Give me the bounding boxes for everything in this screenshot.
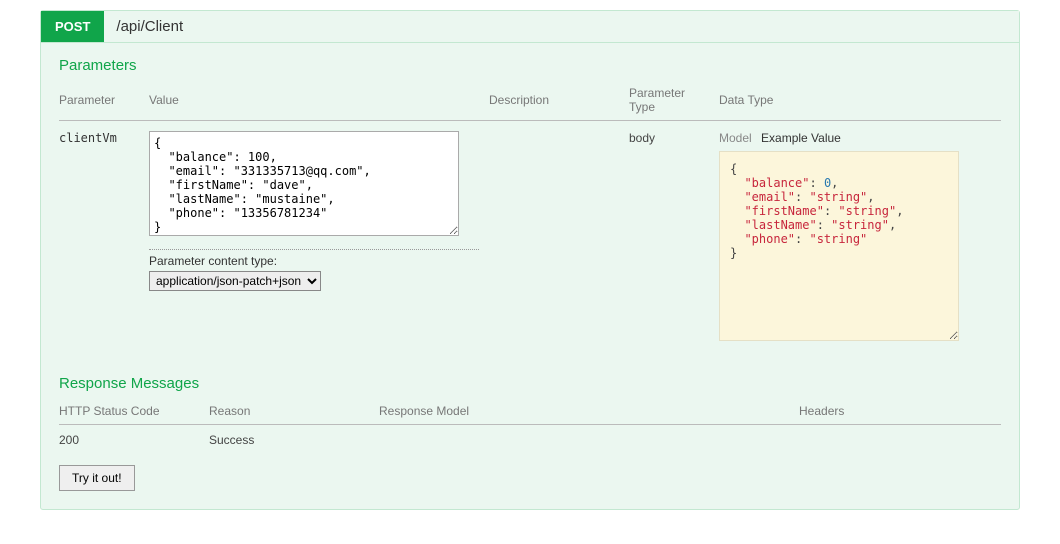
content-type-label: Parameter content type:	[149, 249, 479, 268]
endpoint-path: /api/Client	[116, 18, 183, 35]
model-tab[interactable]: Model	[719, 131, 752, 145]
col-reason: Reason	[209, 398, 379, 425]
parameter-name: clientVm	[59, 121, 149, 352]
parameter-value-input[interactable]	[149, 131, 459, 236]
parameter-row: clientVm Parameter content type: applica…	[59, 121, 1001, 352]
col-description: Description	[489, 80, 629, 121]
response-row: 200 Success	[59, 425, 1001, 456]
http-method-badge: POST	[41, 11, 104, 42]
parameter-datatype: Model Example Value { "balance": 0, "ema…	[719, 121, 1001, 352]
example-value-box[interactable]: { "balance": 0, "email": "string", "firs…	[719, 151, 959, 341]
col-parameter-type: Parameter Type	[629, 80, 719, 121]
response-section: Response Messages HTTP Status Code Reaso…	[59, 375, 1001, 491]
parameters-title: Parameters	[59, 57, 1001, 74]
parameters-table: Parameter Value Description Parameter Ty…	[59, 80, 1001, 351]
col-value: Value	[149, 80, 489, 121]
response-headers	[799, 425, 1001, 456]
parameter-value-cell: Parameter content type: application/json…	[149, 121, 489, 352]
col-status-code: HTTP Status Code	[59, 398, 209, 425]
operation-body: Parameters Parameter Value Description P…	[41, 43, 1019, 509]
response-code: 200	[59, 425, 209, 456]
response-title: Response Messages	[59, 375, 1001, 392]
response-reason: Success	[209, 425, 379, 456]
parameter-description	[489, 121, 629, 352]
try-it-out-button[interactable]: Try it out!	[59, 465, 135, 491]
datatype-tabs: Model Example Value	[719, 131, 991, 145]
col-parameter: Parameter	[59, 80, 149, 121]
operation-header[interactable]: POST /api/Client	[41, 11, 1019, 43]
operation-container: POST /api/Client Parameters Parameter Va…	[40, 10, 1020, 510]
response-model	[379, 425, 799, 456]
example-value-tab[interactable]: Example Value	[761, 131, 841, 145]
parameter-type: body	[629, 121, 719, 352]
col-response-model: Response Model	[379, 398, 799, 425]
col-headers: Headers	[799, 398, 1001, 425]
content-type-select[interactable]: application/json-patch+json	[149, 271, 321, 291]
responses-table: HTTP Status Code Reason Response Model H…	[59, 398, 1001, 455]
col-data-type: Data Type	[719, 80, 1001, 121]
